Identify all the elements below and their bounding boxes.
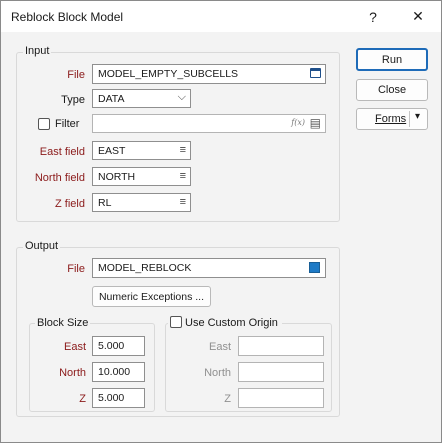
block-size-label: Block Size bbox=[35, 317, 91, 329]
east-field-label: East field bbox=[39, 146, 85, 158]
origin-z-label: Z bbox=[224, 393, 231, 405]
input-file-value: MODEL_EMPTY_SUBCELLS bbox=[98, 68, 239, 80]
function-icon[interactable]: f(x) bbox=[291, 118, 305, 127]
run-button[interactable]: Run bbox=[356, 48, 428, 71]
table-icon[interactable]: ▤ bbox=[310, 116, 321, 130]
z-field-input[interactable]: RL ≡ bbox=[92, 193, 191, 212]
list-icon[interactable]: ≡ bbox=[180, 144, 186, 156]
chevron-down-icon[interactable]: ▾ bbox=[415, 111, 420, 122]
block-north-input[interactable]: 10.000 bbox=[92, 362, 145, 382]
input-file-label: File bbox=[67, 69, 85, 81]
origin-north-label: North bbox=[204, 367, 231, 379]
title-bar: Reblock Block Model ? ✕ bbox=[1, 1, 441, 32]
east-field-value: EAST bbox=[98, 145, 126, 157]
north-field-input[interactable]: NORTH ≡ bbox=[92, 167, 191, 186]
forms-divider bbox=[409, 111, 410, 127]
output-file-field[interactable]: MODEL_REBLOCK bbox=[92, 258, 326, 278]
z-field-value: RL bbox=[98, 197, 112, 209]
browse-icon[interactable] bbox=[310, 68, 321, 78]
chevron-down-icon: ⌵ bbox=[177, 91, 186, 103]
help-button[interactable]: ? bbox=[353, 1, 393, 32]
input-file-field[interactable]: MODEL_EMPTY_SUBCELLS bbox=[92, 64, 326, 84]
north-field-label: North field bbox=[34, 172, 85, 184]
filter-label: Filter bbox=[55, 118, 80, 130]
origin-z-input[interactable] bbox=[238, 388, 324, 408]
custom-origin-header: Use Custom Origin bbox=[168, 316, 282, 329]
origin-north-input[interactable] bbox=[238, 362, 324, 382]
east-field-input[interactable]: EAST ≡ bbox=[92, 141, 191, 160]
use-custom-origin-label: Use Custom Origin bbox=[185, 317, 278, 329]
block-z-input[interactable]: 5.000 bbox=[92, 388, 145, 408]
use-custom-origin-checkbox[interactable] bbox=[170, 316, 182, 328]
type-value: DATA bbox=[98, 93, 125, 105]
color-swatch-icon[interactable] bbox=[309, 262, 320, 273]
block-north-label: North bbox=[59, 367, 86, 379]
list-icon[interactable]: ≡ bbox=[180, 170, 186, 182]
output-file-value: MODEL_REBLOCK bbox=[98, 262, 192, 274]
output-file-label: File bbox=[67, 263, 85, 275]
z-field-label: Z field bbox=[55, 198, 85, 210]
close-icon[interactable]: ✕ bbox=[398, 1, 438, 32]
type-label: Type bbox=[61, 94, 85, 106]
block-z-label: Z bbox=[79, 393, 86, 405]
numeric-exceptions-button[interactable]: Numeric Exceptions ... bbox=[92, 286, 211, 307]
output-group-label: Output bbox=[23, 240, 61, 252]
dialog-window: Reblock Block Model ? ✕ Run Close Forms … bbox=[0, 0, 442, 443]
close-button[interactable]: Close bbox=[356, 79, 428, 101]
filter-input[interactable]: f(x) ▤ bbox=[92, 114, 326, 133]
north-field-value: NORTH bbox=[98, 171, 136, 183]
origin-east-label: East bbox=[208, 341, 231, 353]
block-east-input[interactable]: 5.000 bbox=[92, 336, 145, 356]
type-select[interactable]: DATA ⌵ bbox=[92, 89, 191, 108]
window-title: Reblock Block Model bbox=[11, 10, 124, 24]
origin-east-input[interactable] bbox=[238, 336, 324, 356]
block-east-label: East bbox=[63, 341, 86, 353]
filter-checkbox[interactable] bbox=[38, 118, 50, 130]
list-icon[interactable]: ≡ bbox=[180, 196, 186, 208]
input-group-label: Input bbox=[23, 45, 52, 57]
forms-button[interactable]: Forms ▾ bbox=[356, 108, 428, 130]
forms-label: Forms bbox=[375, 113, 407, 125]
